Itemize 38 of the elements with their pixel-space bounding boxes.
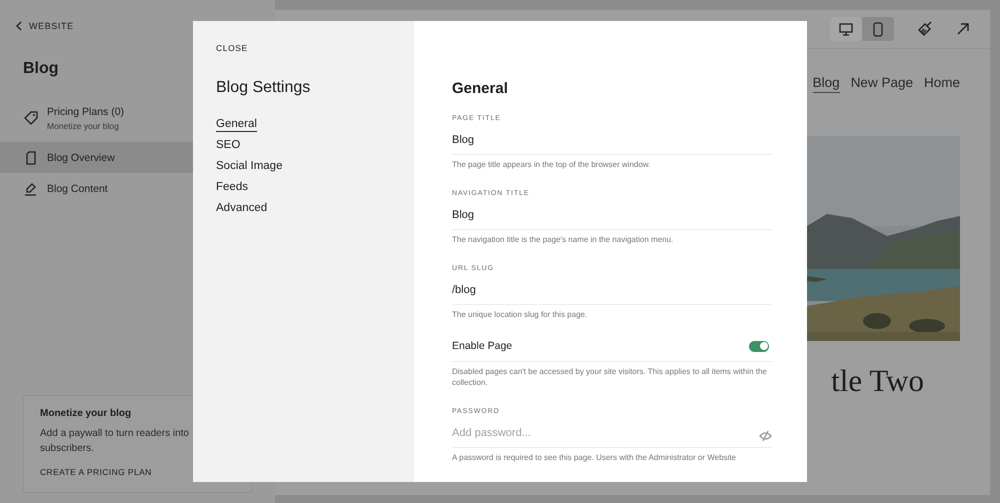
post-heading: tle Two bbox=[831, 363, 924, 399]
toggle-switch[interactable] bbox=[749, 340, 769, 352]
section-title: General bbox=[452, 80, 509, 97]
help-text: A password is required to see this page. Users with the Administrator or Website bbox=[452, 452, 737, 463]
help-text: The page title appears in the top of the browser window. bbox=[452, 159, 652, 170]
help-text: The navigation title is the page's name in the navigation menu. bbox=[452, 234, 674, 245]
site-nav-link[interactable]: New Page bbox=[850, 75, 913, 93]
toggle-label: Enable Page bbox=[452, 340, 512, 352]
page-icon bbox=[24, 150, 38, 164]
chevron-left-icon bbox=[15, 21, 23, 31]
help-text: The unique location slug for this page. bbox=[452, 309, 588, 320]
mobile-button[interactable] bbox=[862, 17, 894, 41]
dialog-title: Blog Settings bbox=[216, 79, 310, 97]
site-nav-link[interactable]: Home bbox=[924, 75, 960, 93]
settings-tab[interactable]: General bbox=[216, 118, 257, 132]
help-text: Disabled pages can't be accessed by your site visitors. This applies to all items within the collection. bbox=[452, 366, 768, 388]
site-nav-link[interactable]: Blog bbox=[812, 75, 840, 93]
external-arrow-icon[interactable] bbox=[956, 22, 970, 36]
brush-icon[interactable] bbox=[916, 20, 934, 38]
promo-text: Add a paywall to turn readers into subscribers. bbox=[40, 427, 190, 456]
tag-icon bbox=[24, 111, 38, 125]
close-link[interactable]: CLOSE bbox=[216, 43, 248, 53]
back-link[interactable]: WEBSITE bbox=[0, 21, 74, 31]
desktop-button[interactable] bbox=[830, 17, 862, 41]
pen-icon bbox=[24, 182, 38, 196]
phone-icon bbox=[873, 22, 883, 36]
settings-tab[interactable]: Feeds bbox=[216, 181, 248, 195]
settings-tab[interactable]: Advanced bbox=[216, 202, 268, 216]
input-field[interactable]: /blog bbox=[452, 281, 772, 305]
password-field[interactable]: Add password... bbox=[452, 424, 759, 447]
sidebar-title: Blog bbox=[23, 60, 60, 78]
eye-slash-icon[interactable] bbox=[759, 430, 772, 442]
input-field[interactable]: Blog bbox=[452, 206, 772, 230]
pricing-plan-link[interactable]: CREATE A PRICING PLAN bbox=[40, 467, 152, 477]
desktop-icon bbox=[839, 22, 853, 36]
input-field[interactable]: Blog bbox=[452, 131, 772, 155]
settings-tab[interactable]: SEO bbox=[216, 139, 240, 153]
promo-title: Monetize your blog bbox=[40, 408, 132, 419]
